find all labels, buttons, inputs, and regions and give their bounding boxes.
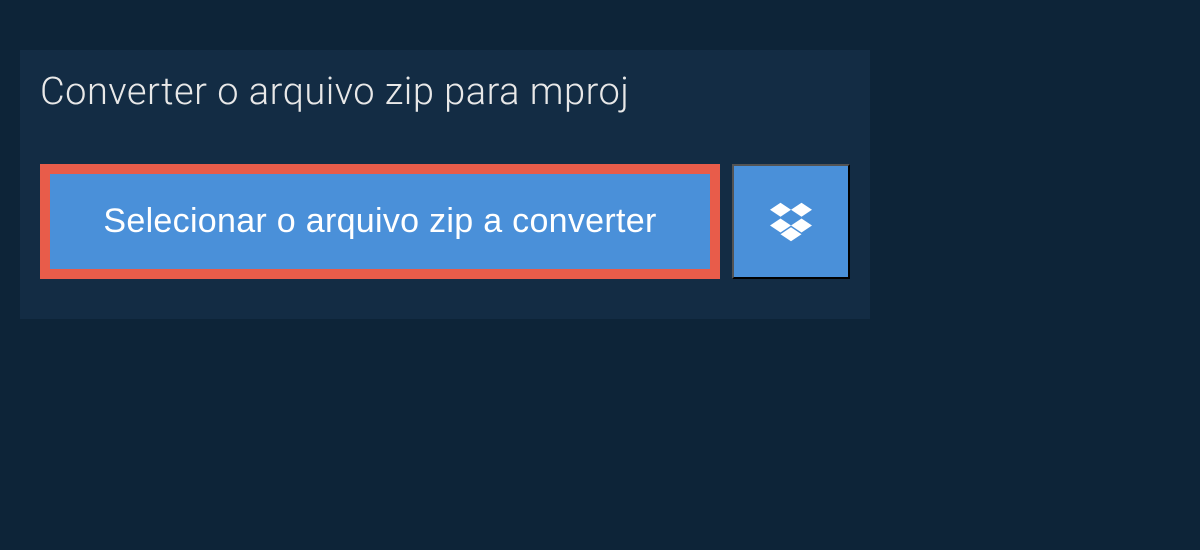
dropbox-button[interactable] xyxy=(732,164,850,279)
button-row: Selecionar o arquivo zip a converter xyxy=(20,134,870,319)
select-file-button[interactable]: Selecionar o arquivo zip a converter xyxy=(40,164,720,279)
page-title: Converter o arquivo zip para mproj xyxy=(40,70,630,114)
title-bar: Converter o arquivo zip para mproj xyxy=(20,50,650,134)
converter-panel: Converter o arquivo zip para mproj Selec… xyxy=(20,50,870,319)
dropbox-icon xyxy=(770,201,812,243)
